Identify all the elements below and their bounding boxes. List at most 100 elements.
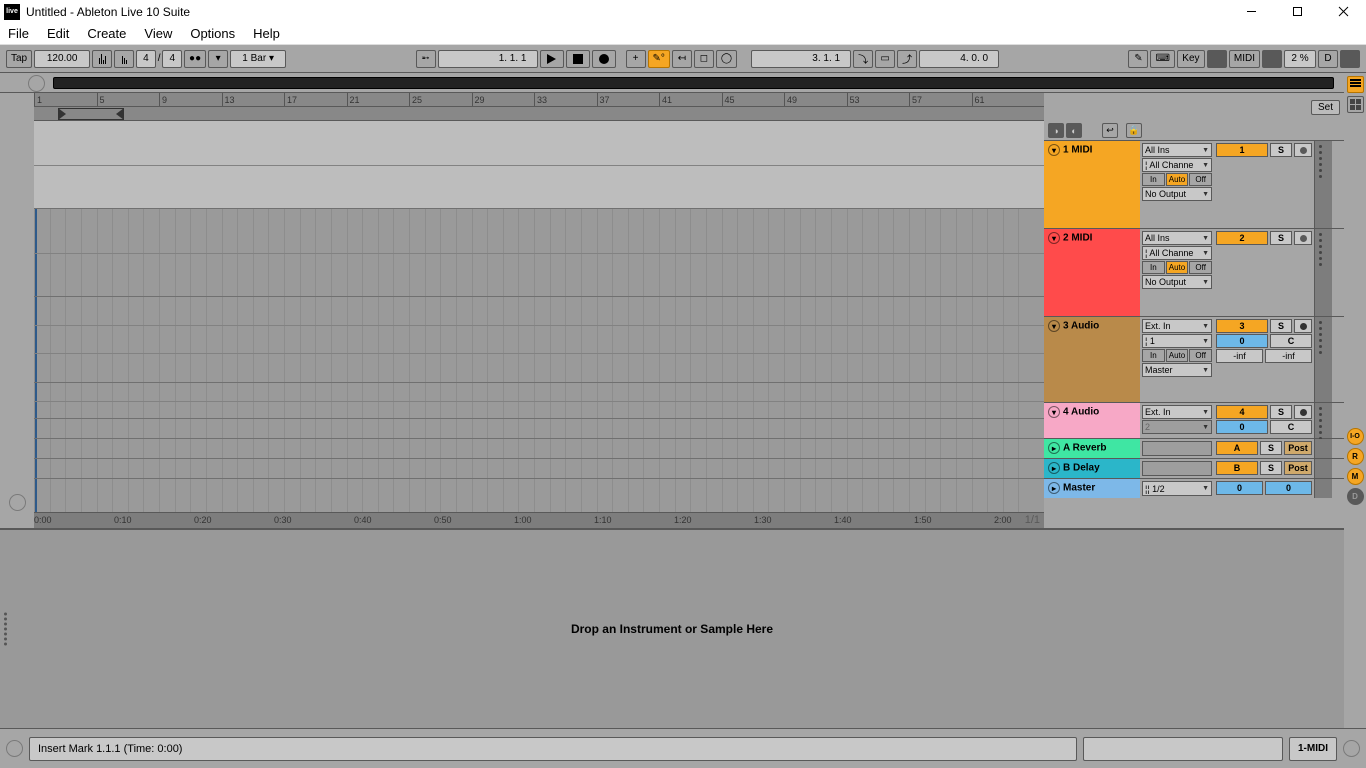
maximize-button[interactable]	[1274, 0, 1320, 23]
monitor-in-button[interactable]: In	[1142, 173, 1165, 186]
session-view-selector[interactable]	[1347, 96, 1364, 113]
seconds-ruler[interactable]: 1/1 0:000:100:200:300:400:501:001:101:20…	[34, 512, 1044, 528]
io-selector[interactable]: Ext. In▼	[1142, 405, 1212, 419]
monitor-auto-button[interactable]: Auto	[1166, 261, 1189, 274]
solo-button[interactable]: S	[1270, 405, 1292, 419]
track-lane[interactable]	[34, 419, 1044, 439]
master-out-selector[interactable]: ¦¦ 1/2▼	[1142, 481, 1212, 496]
send-value[interactable]: 0	[1216, 334, 1268, 348]
loop-brace-row[interactable]	[34, 107, 1044, 121]
return-solo[interactable]: S	[1260, 441, 1282, 455]
midi-map-button[interactable]: MIDI	[1229, 50, 1260, 68]
track-activator[interactable]: 1	[1216, 143, 1268, 157]
status-detail-toggle-icon[interactable]	[1343, 740, 1360, 757]
return-post[interactable]: Post	[1284, 461, 1312, 475]
time-sig-num[interactable]: 4	[136, 50, 156, 68]
io-section-toggle[interactable]: I-O	[1347, 428, 1364, 445]
master-vol[interactable]: 0	[1216, 481, 1263, 495]
add-locator-icon[interactable]: ◑	[1048, 123, 1064, 138]
arrangement-overview[interactable]	[53, 77, 1334, 89]
delay-section-toggle[interactable]: D	[1347, 488, 1364, 505]
stop-button[interactable]	[566, 50, 590, 68]
return-post[interactable]: Post	[1284, 441, 1312, 455]
return-title[interactable]: ▸B Delay	[1044, 459, 1140, 478]
overdub-button[interactable]: +	[626, 50, 646, 68]
master-pan[interactable]: 0	[1265, 481, 1312, 495]
io-selector[interactable]: ¦ 1▼	[1142, 334, 1212, 348]
play-button[interactable]	[540, 50, 564, 68]
play-icon[interactable]: ▸	[1048, 462, 1060, 474]
menu-help[interactable]: Help	[253, 26, 280, 41]
return-io[interactable]	[1142, 461, 1212, 476]
return-solo[interactable]: S	[1260, 461, 1282, 475]
automation-arm-button[interactable]: ✎°	[648, 50, 670, 68]
prev-locator-icon[interactable]: ◐	[1066, 123, 1082, 138]
arm-button[interactable]	[1294, 143, 1312, 157]
nudge-down-icon[interactable]	[114, 50, 134, 68]
monitor-off-button[interactable]: Off	[1189, 173, 1212, 186]
monitor-in-button[interactable]: In	[1142, 349, 1165, 362]
play-icon[interactable]: ▸	[1048, 442, 1060, 454]
io-selector[interactable]: All Ins▼	[1142, 231, 1212, 245]
loop-switch[interactable]: ▭	[875, 50, 895, 68]
quantize-field[interactable]: 1 Bar ▾	[230, 50, 286, 68]
set-button[interactable]: Set	[1311, 100, 1340, 115]
io-selector[interactable]: ¦ All Channe▼	[1142, 158, 1212, 172]
punch-in-icon[interactable]: ⤵	[853, 50, 873, 68]
pan-value[interactable]: C	[1270, 420, 1312, 434]
fold-icon[interactable]: ▾	[1048, 406, 1060, 418]
metronome-toggle[interactable]: ●●	[184, 50, 206, 68]
track-title[interactable]: ▾2 MIDI	[1044, 229, 1140, 316]
key-map-button[interactable]: Key	[1177, 50, 1205, 68]
tap-tempo-button[interactable]: Tap	[6, 50, 32, 68]
solo-button[interactable]: S	[1270, 143, 1292, 157]
monitor-auto-button[interactable]: Auto	[1166, 173, 1189, 186]
monitor-auto-button[interactable]: Auto	[1166, 349, 1189, 362]
track-lane[interactable]	[34, 121, 1044, 209]
fold-icon[interactable]: ▾	[1048, 320, 1060, 332]
return-title[interactable]: ▸A Reverb	[1044, 439, 1140, 458]
io-selector[interactable]: ¦ All Channe▼	[1142, 246, 1212, 260]
fold-icon[interactable]: ▾	[1048, 232, 1060, 244]
follow-button[interactable]: ➵	[416, 50, 436, 68]
return-activator[interactable]: B	[1216, 461, 1258, 475]
computer-midi-keyboard-icon[interactable]: ⌨	[1150, 50, 1174, 68]
overview-toggle-icon[interactable]	[28, 75, 45, 92]
session-record-button[interactable]: ◯	[716, 50, 737, 68]
capture-button[interactable]: ◻	[694, 50, 714, 68]
mixer-section-toggle[interactable]: M	[1347, 468, 1364, 485]
lock-envelopes-icon[interactable]: 🔒	[1126, 123, 1142, 138]
play-icon[interactable]: ▸	[1048, 482, 1060, 494]
track-lane[interactable]	[34, 209, 1044, 297]
send-b-value[interactable]: -inf	[1265, 349, 1312, 363]
metronome-menu-icon[interactable]: ▾	[208, 50, 228, 68]
time-sig-den[interactable]: 4	[162, 50, 182, 68]
io-selector[interactable]: Ext. In▼	[1142, 319, 1212, 333]
return-activator[interactable]: A	[1216, 441, 1258, 455]
arrangement-position[interactable]: 1. 1. 1	[438, 50, 538, 68]
menu-edit[interactable]: Edit	[47, 26, 69, 41]
record-button[interactable]	[592, 50, 616, 68]
io-selector[interactable]: Master▼	[1142, 363, 1212, 377]
draw-mode-icon[interactable]: ✎	[1128, 50, 1148, 68]
solo-button[interactable]: S	[1270, 231, 1292, 245]
track-lane[interactable]	[34, 459, 1044, 479]
track-lane[interactable]	[34, 439, 1044, 459]
arm-button[interactable]	[1294, 319, 1312, 333]
monitor-in-button[interactable]: In	[1142, 261, 1165, 274]
bar-ruler[interactable]: 15913172125293337414549535761	[34, 93, 1044, 107]
io-selector[interactable]: All Ins▼	[1142, 143, 1212, 157]
loop-start-field[interactable]: 3. 1. 1	[751, 50, 851, 68]
track-activator[interactable]: 2	[1216, 231, 1268, 245]
menu-view[interactable]: View	[144, 26, 172, 41]
arrangement-timeline[interactable]: 15913172125293337414549535761 1/1 0:000:…	[0, 93, 1044, 528]
disk-overload-indicator[interactable]: D	[1318, 50, 1338, 68]
monitor-off-button[interactable]: Off	[1189, 349, 1212, 362]
track-title[interactable]: ▾4 Audio	[1044, 403, 1140, 438]
device-drop-area[interactable]: Drop an Instrument or Sample Here	[0, 528, 1344, 728]
menu-options[interactable]: Options	[190, 26, 235, 41]
send-a-value[interactable]: -inf	[1216, 349, 1263, 363]
io-selector[interactable]: 2▼	[1142, 420, 1212, 434]
return-io[interactable]	[1142, 441, 1212, 456]
track-activator[interactable]: 3	[1216, 319, 1268, 333]
